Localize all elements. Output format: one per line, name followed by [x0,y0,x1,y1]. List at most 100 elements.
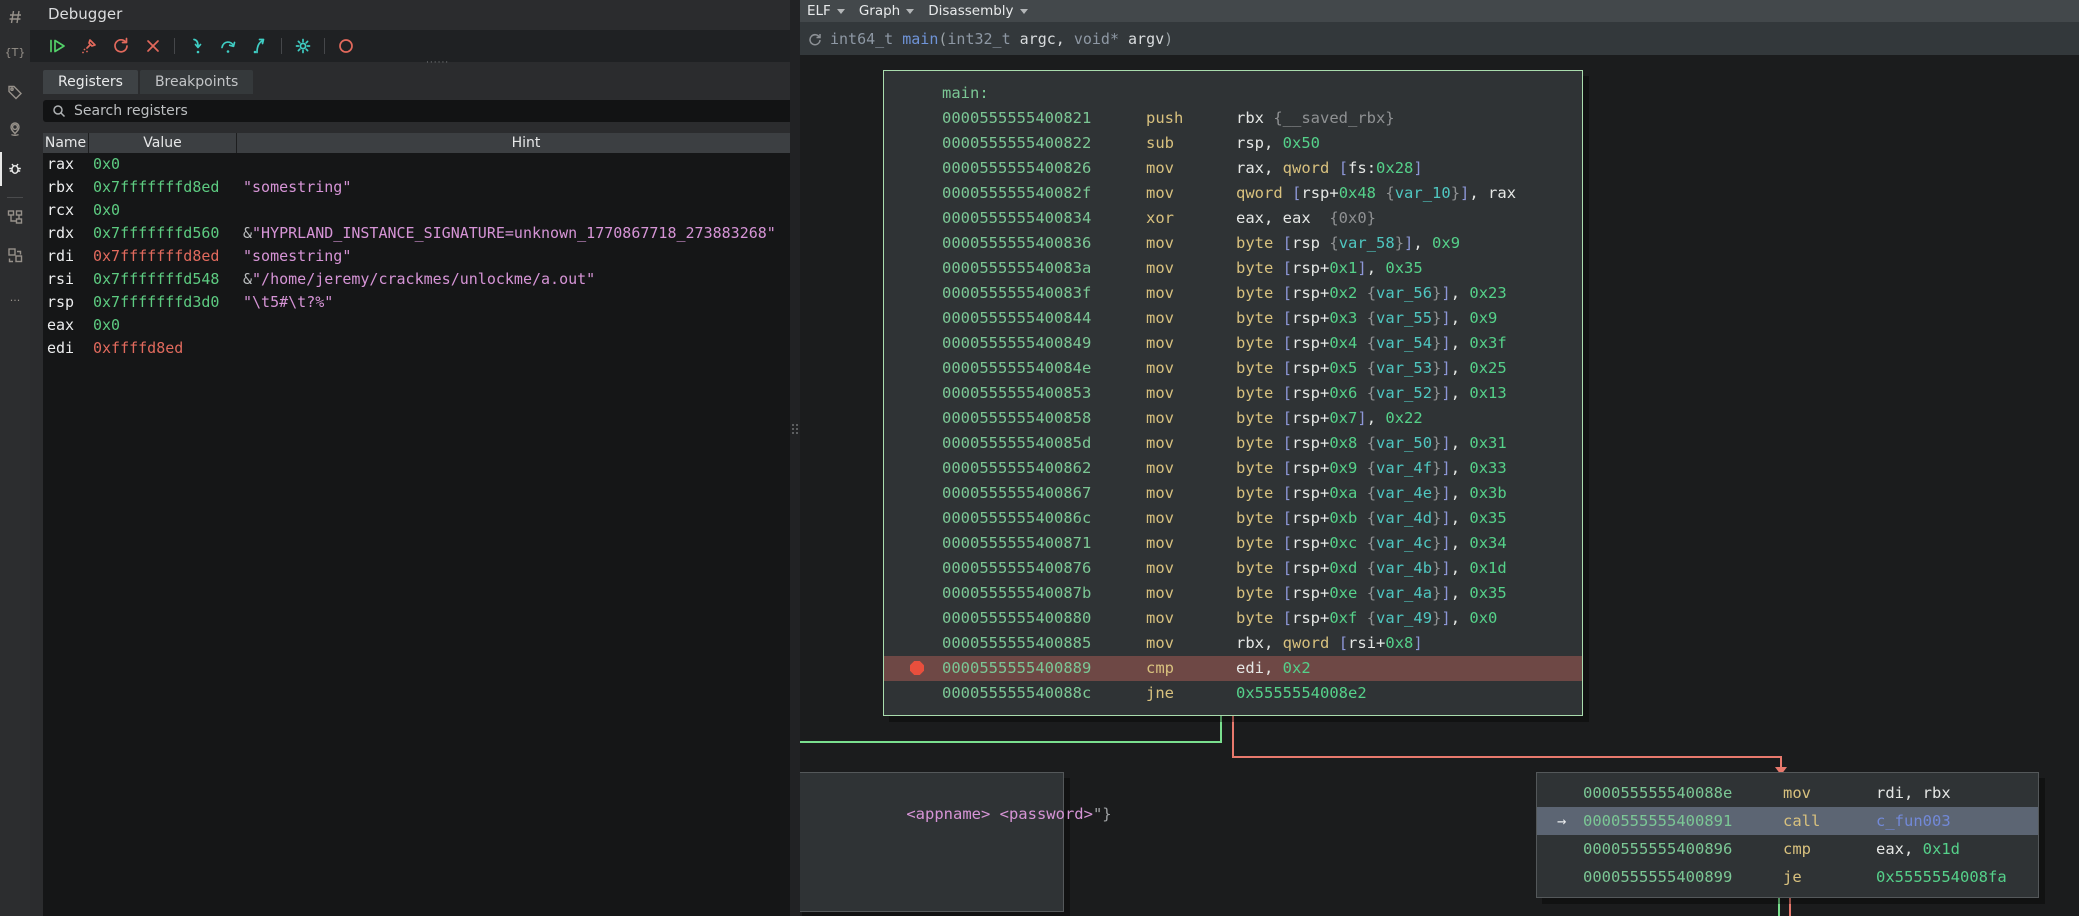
register-hint: "\t5#\t?%" [243,291,333,314]
instruction-mnemonic: mov [1146,231,1236,256]
instruction-row[interactable]: 000055555540085dmovbyte [rsp+0x8 {var_50… [884,431,1582,456]
column-header-hint[interactable]: Hint [237,133,815,153]
column-header-value[interactable]: Value [89,133,237,153]
resume-button[interactable] [44,35,70,57]
register-row-eax[interactable]: eax0x0 [43,314,815,337]
bug-icon[interactable] [0,155,30,181]
hash-icon[interactable] [0,4,30,30]
location-pin-icon[interactable] [0,116,30,142]
graph-layout-icon[interactable] [0,204,30,230]
tab-registers[interactable]: Registers [43,70,138,94]
kill-button[interactable] [76,35,102,57]
instruction-mnemonic: mov [1146,631,1236,656]
instruction-mnemonic: push [1146,106,1236,131]
register-value: 0x7fffffffd548 [93,268,219,291]
sidebar-divider [7,197,23,198]
instruction-mnemonic: mov [1146,331,1236,356]
instruction-mnemonic: mov [1783,779,1876,807]
instruction-row[interactable]: 000055555540088cjne0x5555554008e2 [884,681,1582,706]
instruction-row[interactable]: 0000555555400849movbyte [rsp+0x4 {var_54… [884,331,1582,356]
register-row-rdx[interactable]: rdx0x7fffffffd560&"HYPRLAND_INSTANCE_SIG… [43,222,815,245]
breakpoint-icon[interactable] [910,661,924,675]
instruction-row[interactable]: →0000555555400891callc_fun003 [1537,807,2038,835]
instruction-operands: byte [rsp+0xe {var_4a}], 0x35 [1236,584,1507,602]
instruction-row[interactable]: 0000555555400880movbyte [rsp+0xf {var_49… [884,606,1582,631]
instruction-mnemonic: mov [1146,406,1236,431]
instruction-row[interactable]: 0000555555400858movbyte [rsp+0x7], 0x22 [884,406,1582,431]
instruction-row[interactable]: 000055555540088emovrdi, rbx [1537,779,2038,807]
step-over-button[interactable] [215,35,241,57]
sync-icon[interactable] [0,242,30,268]
chevron-down-icon [1020,9,1028,14]
quit-button[interactable] [140,35,166,57]
instruction-row[interactable]: 0000555555400867movbyte [rsp+0xa {var_4e… [884,481,1582,506]
instruction-row[interactable]: 0000555555400862movbyte [rsp+0x9 {var_4f… [884,456,1582,481]
instruction-row[interactable]: 0000555555400889cmpedi, 0x2 [884,656,1582,681]
instruction-row[interactable]: 0000555555400885movrbx, qword [rsi+0x8] [884,631,1582,656]
menu-elf[interactable]: ELF [807,3,845,19]
menu-graph[interactable]: Graph [859,3,914,19]
register-row-rdi[interactable]: rdi0x7fffffffd8ed"somestring" [43,245,815,268]
instruction-row[interactable]: 0000555555400821pushrbx {__saved_rbx} [884,106,1582,131]
register-row-rsi[interactable]: rsi0x7fffffffd548&"/home/jeremy/crackmes… [43,268,815,291]
instruction-mnemonic: mov [1146,531,1236,556]
tab-breakpoints[interactable]: Breakpoints [140,70,253,94]
register-row-rcx[interactable]: rcx 0x0 [43,199,815,222]
graph-canvas[interactable]: main:0000555555400821pushrbx {__saved_rb… [800,55,2079,916]
tag-icon[interactable] [0,79,30,105]
step-into-button[interactable] [183,35,209,57]
instruction-row[interactable]: 000055555540084emovbyte [rsp+0x5 {var_53… [884,356,1582,381]
register-name: rsi [47,268,74,291]
instruction-row[interactable]: 0000555555400844movbyte [rsp+0x3 {var_55… [884,306,1582,331]
register-row-edi[interactable]: edi0xffffd8ed [43,337,815,360]
instruction-address: 000055555540086c [942,506,1146,531]
instruction-row[interactable]: 0000555555400826movrax, qword [fs:0x28] [884,156,1582,181]
column-header-name[interactable]: Name [43,133,89,153]
activity-bar: {T} ··· [0,0,30,916]
settings-button[interactable] [290,35,316,57]
instruction-row[interactable]: 000055555540086cmovbyte [rsp+0xb {var_4d… [884,506,1582,531]
instruction-row[interactable]: 0000555555400876movbyte [rsp+0xd {var_4b… [884,556,1582,581]
instruction-row[interactable]: 0000555555400871movbyte [rsp+0xc {var_4c… [884,531,1582,556]
search-input[interactable] [74,103,789,119]
instruction-row[interactable]: 000055555540083fmovbyte [rsp+0x2 {var_56… [884,281,1582,306]
register-row-rax[interactable]: rax0x0 [43,153,815,176]
panel-splitter[interactable] [790,0,800,916]
panel-drag-handle[interactable]: ······ [426,58,449,68]
more-icon[interactable]: ··· [0,288,30,314]
types-icon[interactable]: {T} [0,39,30,65]
instruction-row[interactable]: 0000555555400896cmpeax, 0x1d [1537,835,2038,863]
restart-button[interactable] [108,35,134,57]
instruction-address: 0000555555400822 [942,131,1146,156]
register-name: rcx [47,199,74,222]
instruction-address: 0000555555400836 [942,231,1146,256]
instruction-address: 000055555540083a [942,256,1146,281]
menu-disassembly[interactable]: Disassembly [928,3,1027,19]
instruction-row[interactable]: 0000555555400899je0x5555554008fa [1537,863,2038,891]
instruction-row[interactable]: 0000555555400853movbyte [rsp+0x6 {var_52… [884,381,1582,406]
basic-block-string[interactable]: <appname> <password>"} [800,772,1064,912]
instruction-row[interactable]: 000055555540083amovbyte [rsp+0x1], 0x35 [884,256,1582,281]
instruction-row[interactable]: 0000555555400836movbyte [rsp {var_58}], … [884,231,1582,256]
edge-true-vertical [1220,716,1222,743]
instruction-address: 0000555555400867 [942,481,1146,506]
record-button[interactable] [333,35,359,57]
register-table-header: Name Value Hint [43,133,815,153]
basic-block-call[interactable]: 000055555540088emovrdi, rbx→000055555540… [1536,772,2039,898]
register-value: 0x0 [93,199,120,222]
instruction-address: 0000555555400871 [942,531,1146,556]
instruction-operands: qword [rsp+0x48 {var_10}], rax [1236,184,1516,202]
instruction-row[interactable]: 0000555555400822subrsp, 0x50 [884,131,1582,156]
instruction-row[interactable]: 000055555540087bmovbyte [rsp+0xe {var_4a… [884,581,1582,606]
register-row-rbx[interactable]: rbx0x7fffffffd8ed"somestring" [43,176,815,199]
panel-title: Debugger [48,5,122,23]
instruction-row[interactable]: 0000555555400834xoreax, eax {0x0} [884,206,1582,231]
register-row-rsp[interactable]: rsp0x7fffffffd3d0"\t5#\t?%" [43,291,815,314]
instruction-operands: byte [rsp+0xf {var_49}], 0x0 [1236,609,1497,627]
instruction-address: 0000555555400853 [942,381,1146,406]
step-return-button[interactable] [247,35,273,57]
reanalyze-icon[interactable] [808,32,822,46]
instruction-operands: byte [rsp+0x3 {var_55}], 0x9 [1236,309,1497,327]
instruction-row[interactable]: 000055555540082fmovqword [rsp+0x48 {var_… [884,181,1582,206]
basic-block-main[interactable]: main:0000555555400821pushrbx {__saved_rb… [883,70,1583,716]
